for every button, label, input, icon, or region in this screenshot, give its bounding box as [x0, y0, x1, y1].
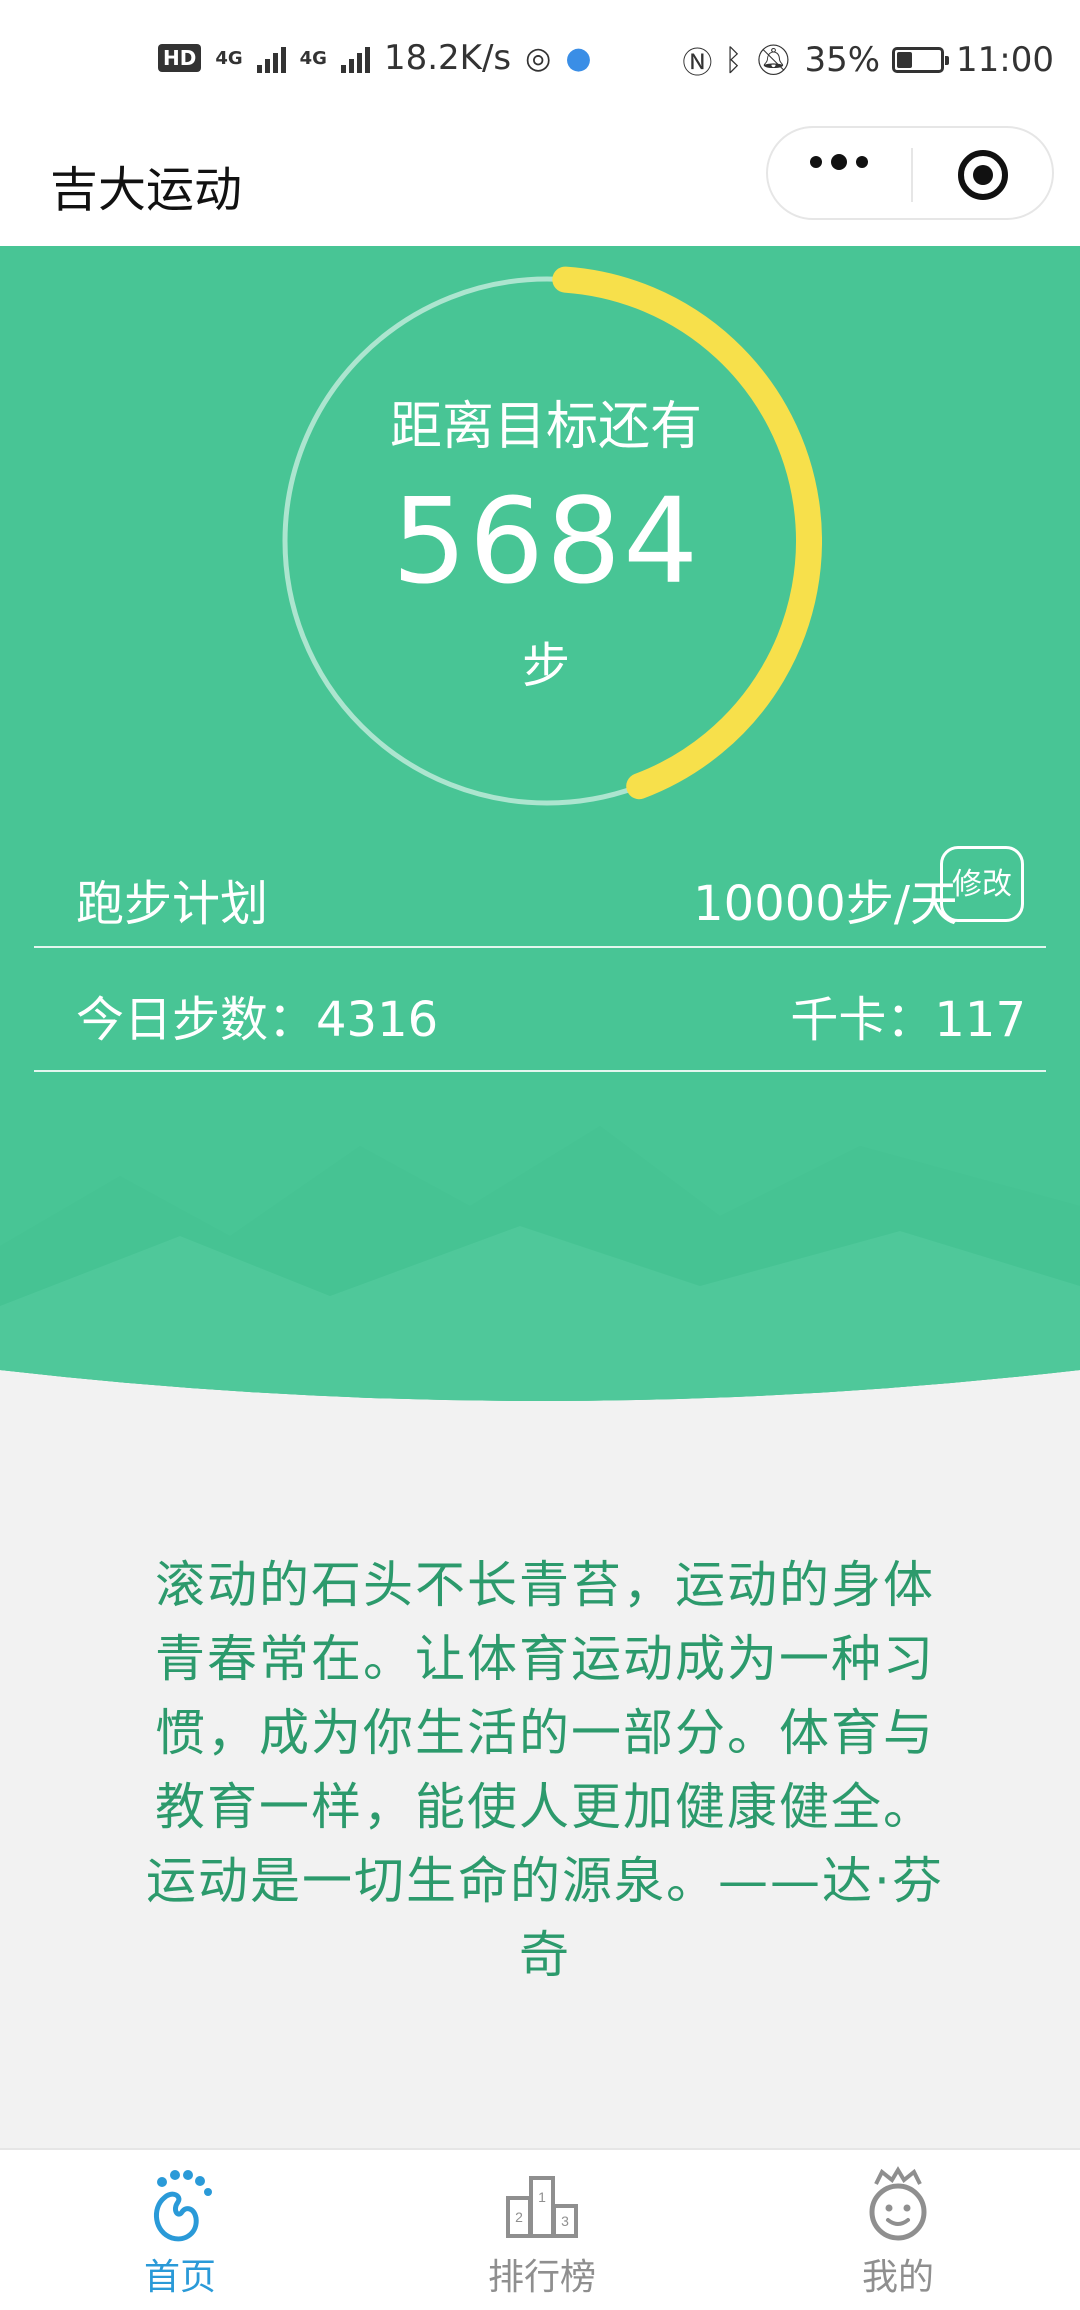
mute-bell-icon: 🔕︎ [754, 42, 793, 78]
mini-program-navbar: 吉大运动 [0, 120, 1080, 246]
signal-icon [256, 43, 286, 73]
clock: 11:00 [956, 40, 1054, 80]
status-right: Ⓝ ᛒ 🔕︎ 35% 11:00 [682, 38, 1054, 82]
nfc-icon: Ⓝ [682, 46, 713, 81]
today-steps: 今日步数：4316 [76, 992, 439, 1048]
motivational-quote: 滚动的石头不长青苔，运动的身体青春常在。让体育运动成为一种习惯，成为你生活的一部… [146, 1556, 944, 1984]
battery-icon [892, 47, 950, 73]
page-title: 吉大运动 [50, 162, 243, 218]
capsule-menu [766, 126, 1054, 220]
step-summary-panel: 距离目标还有 5684 步 跑步计划 10000步/天 修改 今日步数：4316… [0, 246, 1080, 1406]
network-4g-label: 4G [215, 47, 243, 69]
podium-icon: 2 1 3 [506, 2176, 578, 2238]
tab-home-label: 首页 [143, 2257, 216, 2298]
capsule-divider [911, 148, 913, 202]
tab-ranking[interactable]: 2 1 3 排行榜 [442, 2150, 642, 2310]
more-dot-icon [831, 154, 847, 170]
network-speed: 18.2K/s [383, 38, 512, 78]
network-4g-label-2: 4G [299, 47, 327, 69]
tab-ranking-label: 排行榜 [487, 2257, 596, 2298]
calories: 千卡：117 [790, 992, 1026, 1048]
footprint-icon [154, 2170, 212, 2242]
svg-text:3: 3 [561, 2213, 569, 2229]
more-dot-icon [856, 156, 868, 168]
battery-percent: 35% [804, 40, 881, 80]
battery-fill [897, 52, 913, 68]
tab-home[interactable]: 首页 [80, 2150, 280, 2310]
tab-mine-label: 我的 [861, 2257, 934, 2298]
svg-text:2: 2 [515, 2209, 523, 2225]
bluetooth-icon: ᛒ [724, 42, 743, 78]
today-stats-row: 今日步数：4316 千卡：117 [34, 948, 1046, 1072]
hd-badge: HD [158, 44, 202, 72]
more-button[interactable] [810, 154, 868, 170]
steps-unit: 步 [521, 638, 570, 694]
goal-label: 距离目标还有 [389, 397, 702, 457]
bottom-tab-bar: 首页 2 1 3 排行榜 我的 [0, 2148, 1080, 2310]
close-target-icon[interactable] [958, 150, 1008, 200]
smiley-icon [869, 2166, 927, 2241]
running-plan-label: 跑步计划 [76, 876, 269, 932]
more-dot-icon [810, 156, 822, 168]
remaining-steps: 5684 [391, 472, 701, 610]
status-bar: HD 4G 4G 18.2K/s ◎ ● Ⓝ ᛒ 🔕︎ 35% 11:00 [0, 0, 1080, 120]
browser-icon: ● [565, 40, 592, 76]
running-plan-value: 10000步/天 [693, 876, 958, 932]
running-plan-row: 跑步计划 10000步/天 修改 [34, 832, 1046, 948]
svg-text:1: 1 [538, 2189, 546, 2205]
edit-plan-button[interactable]: 修改 [940, 846, 1024, 922]
tab-mine[interactable]: 我的 [798, 2150, 998, 2310]
sync-icon: ◎ [525, 40, 552, 76]
status-left: HD 4G 4G 18.2K/s ◎ ● [158, 38, 592, 78]
signal-icon-2 [340, 43, 370, 73]
